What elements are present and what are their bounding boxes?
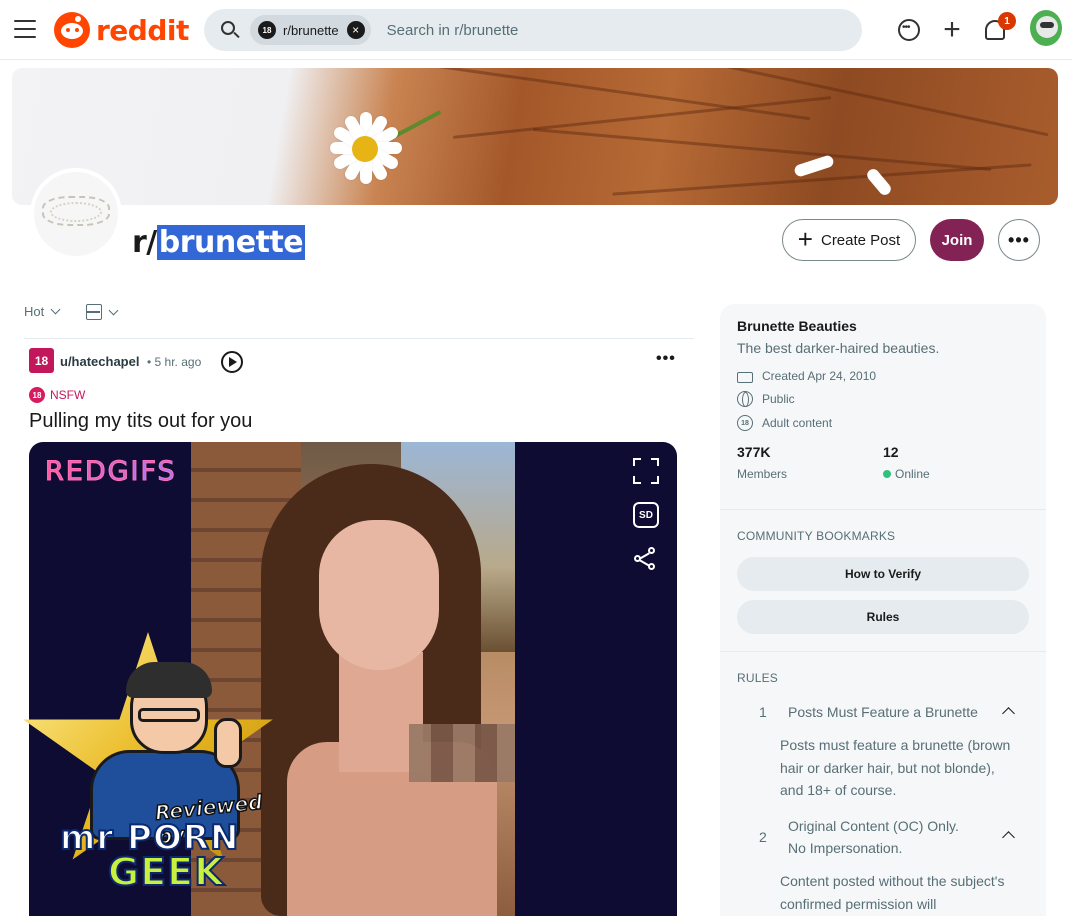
community-sidebar: Brunette Beauties The best darker-haired… — [720, 304, 1046, 916]
sort-label: Hot — [24, 304, 45, 319]
card-view-icon — [86, 304, 102, 320]
cake-icon — [737, 372, 753, 383]
more-options-button[interactable]: ••• — [998, 219, 1040, 261]
top-navigation-bar: reddit 18 r/brunette × + 1 — [0, 0, 1072, 60]
thumbs-up-icon — [214, 718, 242, 768]
create-post-button[interactable]: + Create Post — [782, 219, 916, 261]
divider — [720, 509, 1046, 510]
chevron-up-icon[interactable] — [1002, 831, 1015, 844]
rule-number: 2 — [759, 829, 767, 845]
globe-icon — [737, 391, 753, 407]
bookmark-rules-button[interactable]: Rules — [737, 600, 1029, 634]
online-label: Online — [895, 467, 930, 481]
chat-icon[interactable] — [894, 15, 924, 45]
bookmark-how-to-verify-button[interactable]: How to Verify — [737, 557, 1029, 591]
bookmarks-heading: COMMUNITY BOOKMARKS — [737, 529, 896, 543]
adult-content-notice: 18 Adult content — [737, 415, 832, 431]
nsfw-icon: 18 — [29, 387, 45, 403]
reddit-snoo-icon — [54, 12, 90, 48]
create-post-label: Create Post — [820, 231, 901, 249]
created-date: Created Apr 24, 2010 — [737, 368, 876, 383]
community-title: Brunette Beauties — [737, 318, 857, 334]
search-input[interactable] — [386, 21, 767, 39]
rules-heading: RULES — [737, 671, 779, 685]
chevron-down-icon — [108, 305, 119, 315]
view-mode-dropdown[interactable] — [86, 304, 119, 320]
create-plus-icon[interactable]: + — [937, 13, 967, 46]
online-count: 12 — [883, 444, 899, 460]
created-date-text: Created Apr 24, 2010 — [762, 368, 877, 383]
subreddit-banner-image — [12, 68, 1058, 205]
divider — [720, 651, 1046, 652]
chip-subreddit-avatar: 18 — [258, 21, 276, 39]
quality-sd-icon[interactable]: SD — [633, 502, 659, 528]
visibility-text: Public — [762, 392, 795, 406]
post-title[interactable]: Pulling my tits out for you — [29, 410, 252, 433]
play-icon[interactable] — [221, 351, 243, 373]
clear-chip-icon[interactable]: × — [346, 21, 365, 39]
rule-title-line1[interactable]: Original Content (OC) Only. — [788, 816, 959, 837]
online-indicator: Online — [883, 467, 930, 481]
subreddit-search-chip: 18 r/brunette × — [250, 15, 371, 45]
sort-dropdown[interactable]: Hot — [24, 304, 61, 319]
members-label: Members — [737, 467, 788, 481]
subreddit-name-selected: brunette — [156, 225, 306, 260]
join-button[interactable]: Join — [930, 219, 984, 261]
rule-number: 1 — [759, 704, 767, 720]
post-timestamp: • 5 hr. ago — [147, 355, 202, 369]
chevron-down-icon — [50, 304, 61, 315]
chevron-up-icon[interactable] — [1002, 707, 1015, 720]
nsfw-label: NSFW — [50, 388, 86, 402]
divider — [24, 338, 694, 339]
search-icon — [220, 20, 240, 40]
share-icon[interactable] — [633, 546, 659, 572]
community-description: The best darker-haired beauties. — [737, 340, 940, 356]
notification-count-badge: 1 — [998, 12, 1016, 30]
post-overflow-menu-button[interactable]: ••• — [656, 350, 676, 368]
watermark-geek-line: GEEK — [107, 849, 225, 895]
rule-title[interactable]: Posts Must Feature a Brunette — [788, 702, 978, 723]
censor-pixelation — [409, 724, 515, 782]
subreddit-prefix: r/ — [132, 225, 157, 260]
search-bar[interactable]: 18 r/brunette × — [204, 9, 862, 51]
subreddit-title: r/brunette — [132, 222, 306, 264]
reddit-logo[interactable]: reddit — [54, 12, 189, 48]
visibility-public: Public — [737, 391, 795, 407]
rule-title-line2[interactable]: No Impersonation. — [788, 838, 902, 859]
subreddit-icon — [30, 168, 122, 260]
chip-label: r/brunette — [283, 22, 339, 38]
reddit-wordmark: reddit — [96, 13, 189, 47]
review-watermark: Reviewed by mr PORN GEEK — [18, 632, 288, 902]
rule-description: Posts must feature a brunette (brown hai… — [780, 737, 1011, 798]
adult-content-icon: 18 — [737, 415, 753, 431]
menu-icon[interactable] — [14, 20, 36, 38]
post-author-link[interactable]: u/hatechapel — [60, 354, 139, 369]
online-dot-icon — [883, 470, 891, 478]
post-subreddit-avatar[interactable]: 18 — [29, 348, 54, 373]
members-count: 377K — [737, 444, 771, 460]
rule-description: Content posted without the subject's con… — [780, 873, 1005, 912]
adult-content-text: Adult content — [762, 416, 833, 430]
fullscreen-icon[interactable] — [633, 458, 659, 484]
plus-icon: + — [797, 223, 813, 254]
redgifs-logo: REDGIFS — [45, 456, 177, 488]
user-avatar[interactable] — [1030, 10, 1062, 46]
nsfw-tag: 18 NSFW — [29, 387, 85, 403]
